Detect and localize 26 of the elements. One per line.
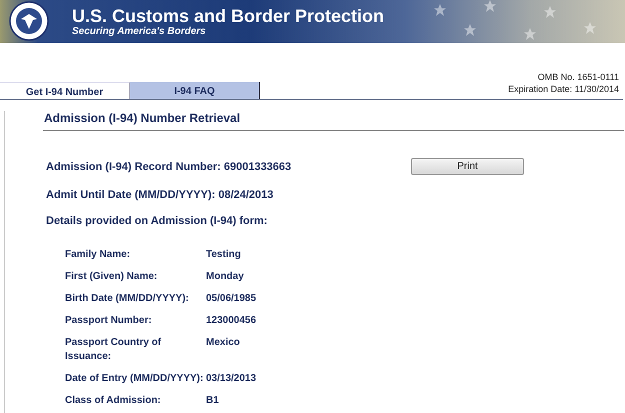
field-value: Testing bbox=[206, 248, 242, 262]
field-value: 03/13/2013 bbox=[206, 372, 258, 386]
field-label: Passport Number: bbox=[65, 314, 153, 328]
expiration-date: Expiration Date: 11/30/2014 bbox=[508, 83, 619, 95]
tab[interactable]: Get I-94 Number bbox=[0, 82, 130, 99]
site-title: U.S. Customs and Border Protection bbox=[72, 6, 384, 26]
field-label: First (Given) Name: bbox=[65, 270, 158, 284]
field-label: Class of Admission: bbox=[65, 394, 162, 408]
field-label: Date of Entry (MM/DD/YYYY): bbox=[65, 372, 204, 386]
tab[interactable]: I-94 FAQ bbox=[130, 82, 260, 99]
field-label: Passport Country of Issuance: bbox=[65, 336, 162, 364]
site-tagline: Securing America's Borders bbox=[72, 26, 207, 38]
omb-number: OMB No. 1651-0111 bbox=[536, 71, 619, 83]
admit-until-date: Admit Until Date (MM/DD/YYYY): 08/24/2013 bbox=[46, 189, 274, 201]
field-value: 05/06/1985 bbox=[206, 292, 258, 306]
field-value: Mexico bbox=[206, 336, 241, 350]
record-number: Admission (I-94) Record Number: 69001333663 bbox=[46, 160, 292, 172]
details-heading: Details provided on Admission (I-94) form: bbox=[46, 215, 268, 227]
field-value: B1 bbox=[206, 394, 220, 408]
print-button[interactable]: Print bbox=[411, 158, 524, 175]
field-label: Birth Date (MM/DD/YYYY): bbox=[65, 292, 190, 306]
field-value: Monday bbox=[206, 270, 245, 284]
seal-icon bbox=[9, 1, 49, 41]
field-value: 123000456 bbox=[206, 314, 258, 328]
section-title: Admission (I-94) Number Retrieval bbox=[43, 111, 624, 131]
field-label: Family Name: bbox=[65, 248, 132, 262]
